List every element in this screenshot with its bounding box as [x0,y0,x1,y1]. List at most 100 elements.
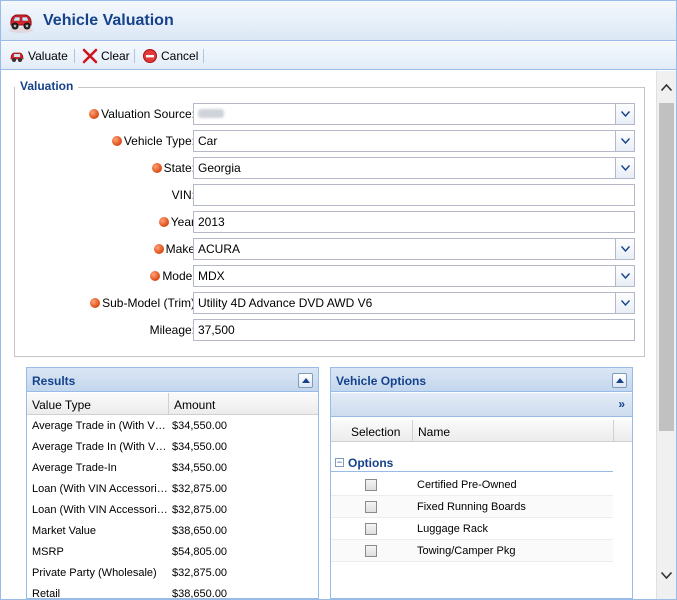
option-row[interactable]: Fixed Running Boards [331,496,613,518]
amount-cell: $32,875.00 [172,483,228,495]
model-select[interactable]: MDX [193,265,635,287]
option-name: Luggage Rack [417,523,488,535]
results-title: Results [32,374,76,388]
option-checkbox[interactable] [365,523,377,535]
scroll-down-icon[interactable] [657,565,676,585]
sub-model-select[interactable]: Utility 4D Advance DVD AWD V6 [193,292,635,314]
chevron-down-icon[interactable] [615,104,634,124]
option-row[interactable]: Luggage Rack [331,518,613,540]
vehicle-options-header: Vehicle Options [331,368,632,392]
value-type-cell: Average Trade-In [32,462,117,474]
value-type-cell: Private Party (Wholesale) [32,567,157,579]
vin-input[interactable] [193,184,635,206]
amount-cell: $38,650.00 [172,588,228,599]
make-select[interactable]: ACURA [193,238,635,260]
results-row[interactable]: Loan (With VIN Accessories) $32,875.00 [27,479,318,500]
model-value: MDX [198,269,225,283]
vin-row: VIN: [14,184,645,206]
required-icon [90,298,101,308]
amount-cell: $38,650.00 [172,525,228,537]
amount-cell: $32,875.00 [172,567,228,579]
state-row: State: Georgia [14,157,645,179]
column-header-value-type[interactable]: Value Type [32,398,91,412]
results-row[interactable]: MSRP $54,805.00 [27,542,318,563]
vin-label: VIN: [171,188,195,202]
chevron-down-icon[interactable] [615,158,634,178]
collapse-up-icon[interactable] [612,373,627,388]
valuate-label: Valuate [28,49,68,63]
required-icon [158,217,169,227]
mileage-label: Mileage: [149,323,195,337]
cancel-button[interactable]: Cancel [142,47,198,65]
make-value: ACURA [198,242,241,256]
clear-button[interactable]: Clear [82,47,130,65]
results-row[interactable]: Average Trade in (With VIN Accessories) $… [27,416,318,437]
option-row[interactable]: Certified Pre-Owned [331,474,613,496]
mileage-input[interactable]: 37,500 [193,319,635,341]
sub-model-row: Sub-Model (Trim) Utility 4D Advance DVD … [14,292,645,314]
chevron-down-icon[interactable] [615,239,634,259]
scrollbar-thumb[interactable] [659,103,674,431]
state-label: State: [151,161,195,175]
collapse-minus-icon[interactable]: − [335,458,344,467]
value-type-cell: Average Trade In (With VIN Accessories) [32,441,168,453]
valuation-legend: Valuation [15,79,79,93]
toolbar-separator [203,49,204,63]
car-icon [9,14,33,33]
column-header-selection[interactable]: Selection [351,425,400,439]
vertical-scrollbar[interactable] [656,71,676,599]
double-chevron-right-icon[interactable]: » [618,397,625,411]
collapse-up-icon[interactable] [298,373,313,388]
column-header-amount[interactable]: Amount [174,398,215,412]
results-row[interactable]: Loan (With VIN Accessories) $32,875.00 [27,500,318,521]
valuate-button[interactable]: Valuate [9,47,68,65]
valuation-source-value [198,109,224,118]
required-icon [111,136,122,146]
options-grid-header: Selection Name [331,420,632,442]
vehicle-type-label: Vehicle Type: [111,134,195,148]
vehicle-type-select[interactable]: Car [193,130,635,152]
results-row[interactable]: Market Value $38,650.00 [27,521,318,542]
required-icon [153,244,164,254]
value-type-cell: Loan (With VIN Accessories) [32,504,168,516]
value-type-cell: Retail [32,588,61,599]
options-group-label: Options [348,456,394,470]
mileage-row: Mileage: 37,500 [14,319,645,341]
results-panel-header: Results [27,368,318,392]
chevron-down-icon[interactable] [615,293,634,313]
valuation-source-row: Valuation Source: [14,103,645,125]
scroll-up-icon[interactable] [657,77,676,97]
valuation-source-select[interactable] [193,103,635,125]
column-divider [613,420,614,442]
cancel-label: Cancel [161,49,199,63]
option-row[interactable]: Towing/Camper Pkg [331,540,613,562]
year-input[interactable]: 2013 [193,211,635,233]
chevron-down-icon[interactable] [615,266,634,286]
results-grid-header: Value Type Amount [27,393,318,415]
option-checkbox[interactable] [365,479,377,491]
car-icon [10,52,24,62]
model-label: Model [150,269,195,283]
results-row[interactable]: Average Trade-In $34,550.00 [27,458,318,479]
vehicle-valuation-window: Vehicle Valuation Valuate Clear Cancel V… [0,0,677,600]
amount-cell: $34,550.00 [172,441,228,453]
chevron-down-icon[interactable] [615,131,634,151]
option-name: Towing/Camper Pkg [417,545,516,557]
model-row: Model MDX [14,265,645,287]
amount-cell: $32,875.00 [172,504,228,516]
option-checkbox[interactable] [365,501,377,513]
year-label: Year [158,215,195,229]
state-value: Georgia [198,161,241,175]
column-divider [412,420,413,442]
results-row[interactable]: Retail $38,650.00 [27,584,318,599]
state-select[interactable]: Georgia [193,157,635,179]
results-row[interactable]: Average Trade In (With VIN Accessories) $… [27,437,318,458]
column-header-name[interactable]: Name [418,425,450,439]
window-title: Vehicle Valuation [43,12,174,29]
sub-model-label: Sub-Model (Trim) [90,296,195,310]
toolbar-separator [74,49,75,63]
results-row[interactable]: Private Party (Wholesale) $32,875.00 [27,563,318,584]
option-name: Certified Pre-Owned [417,479,517,491]
year-row: Year 2013 [14,211,645,233]
option-checkbox[interactable] [365,545,377,557]
